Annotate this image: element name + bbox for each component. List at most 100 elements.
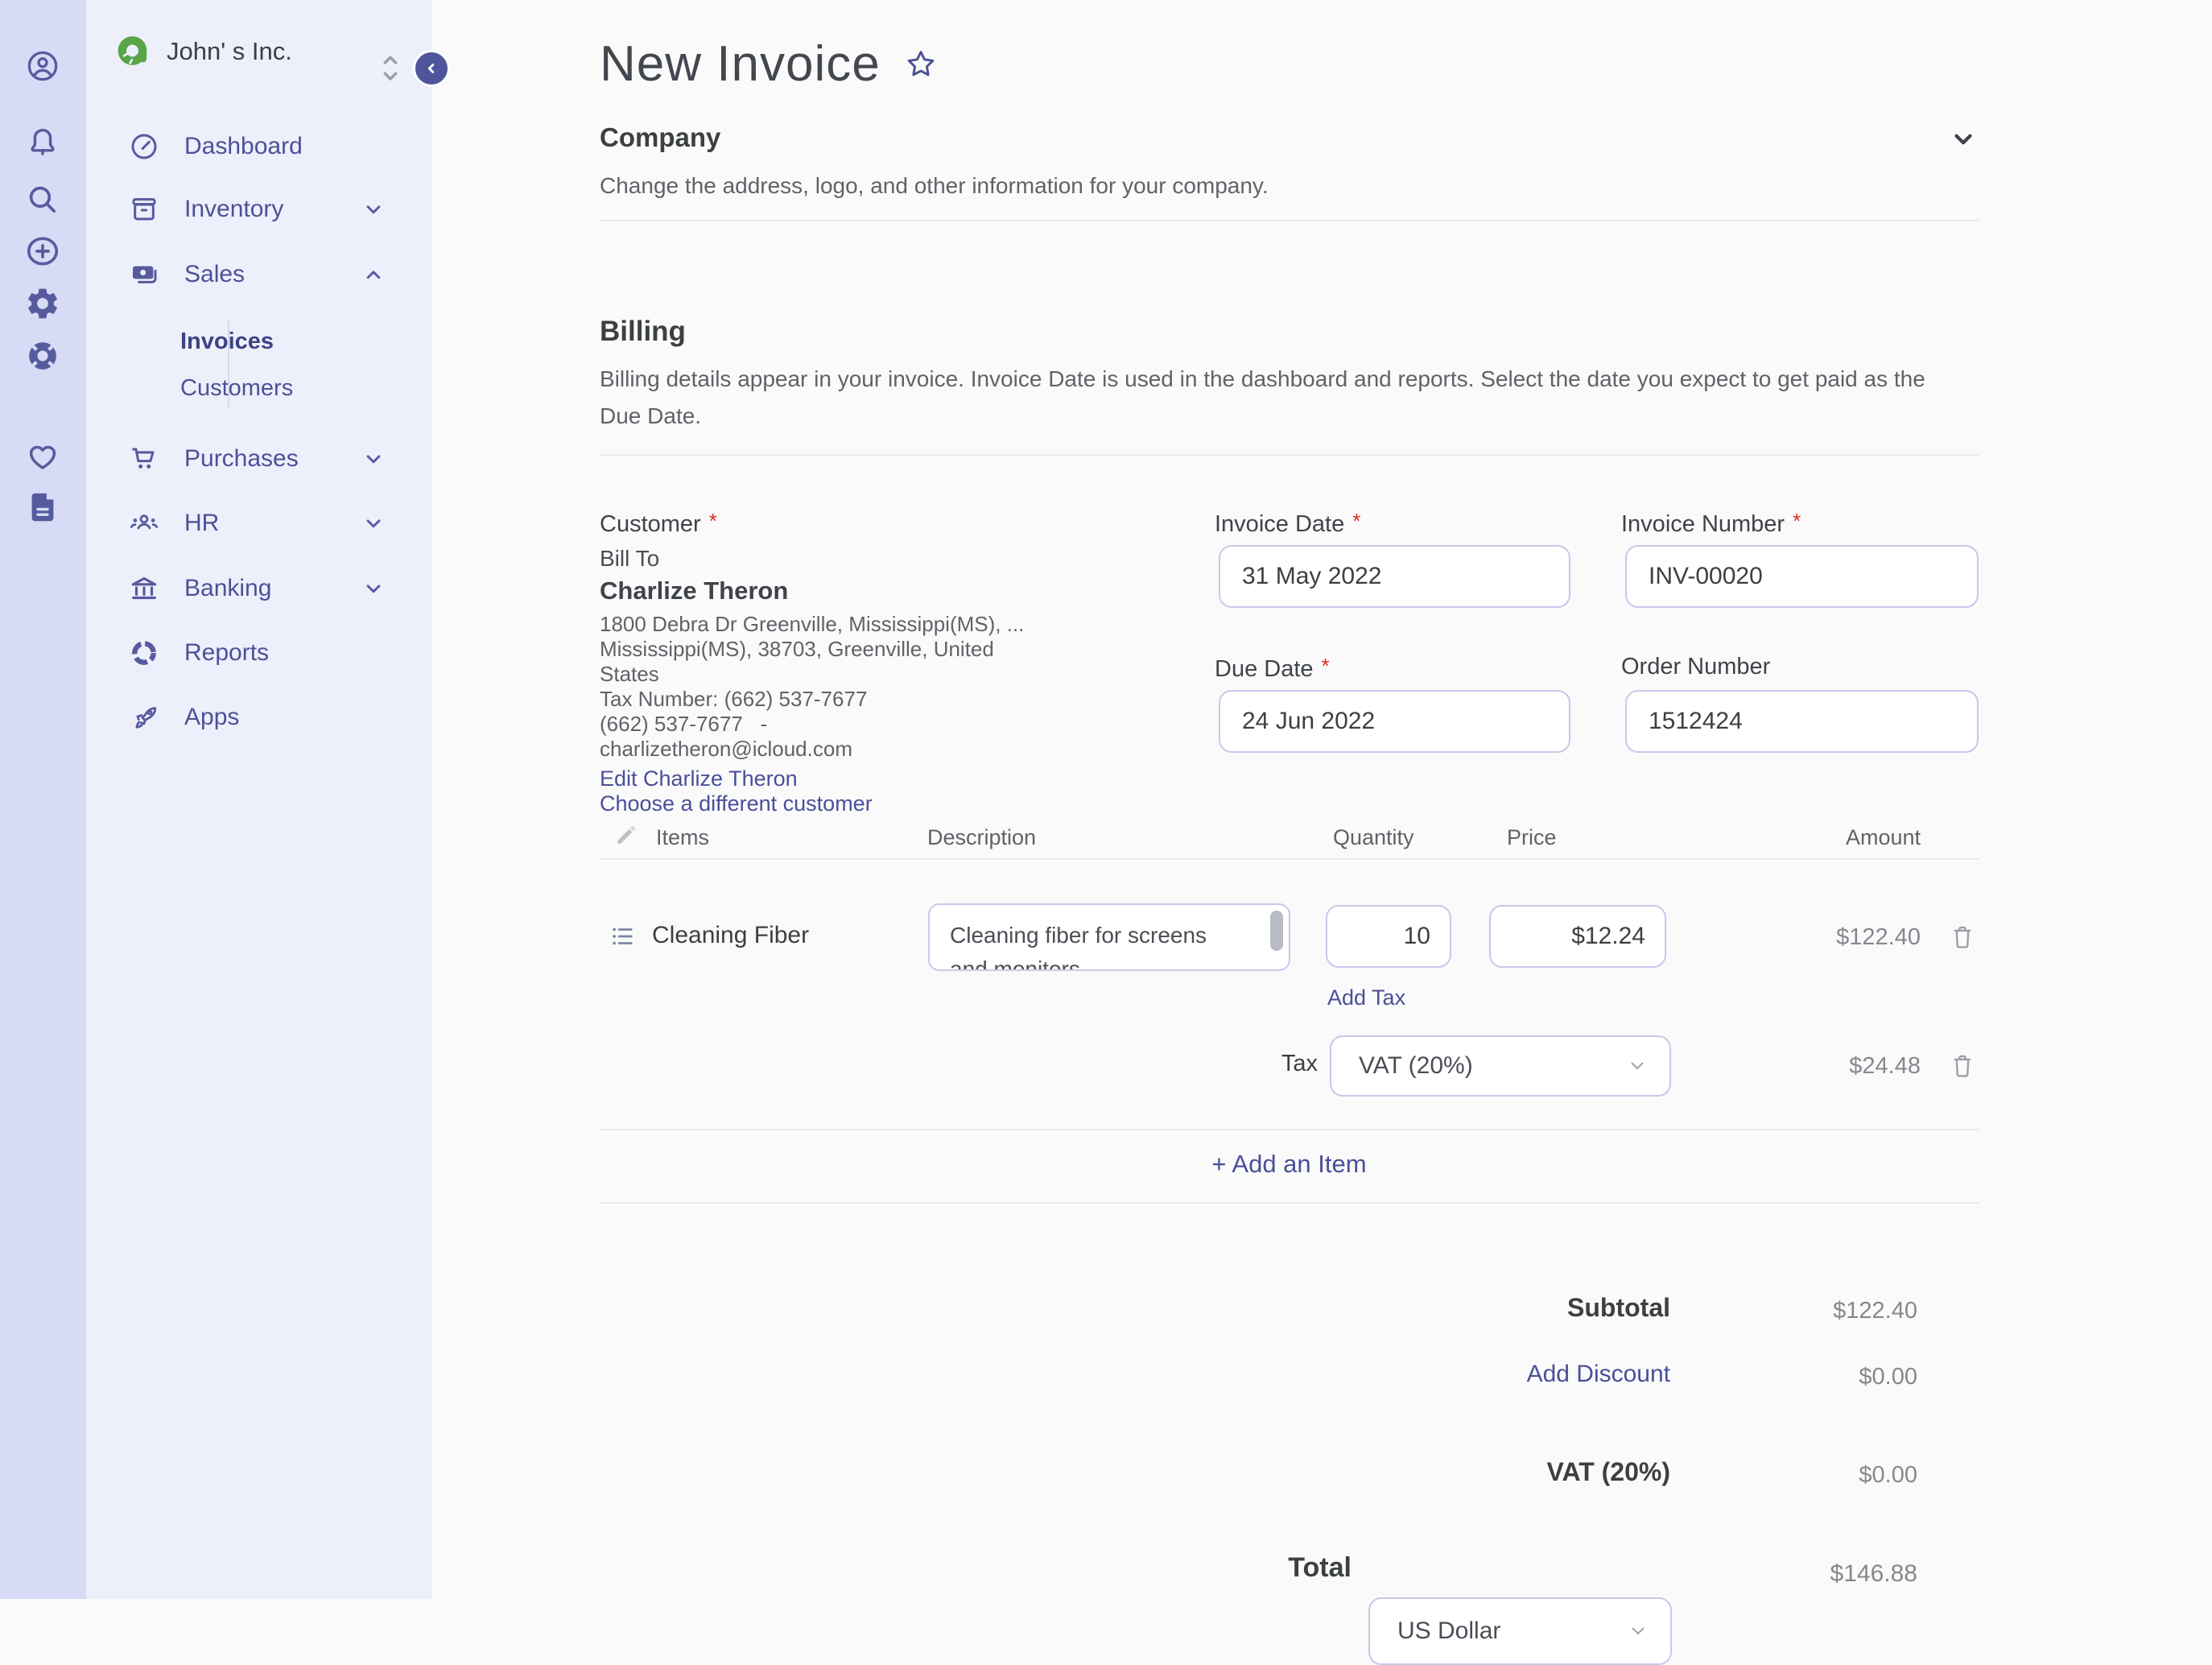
quantity-column-header: Quantity — [1333, 825, 1414, 849]
company-switch-icon[interactable] — [378, 50, 403, 85]
textarea-scrollbar[interactable] — [1270, 911, 1283, 951]
sidebar-item-label: HR — [184, 510, 220, 536]
sidebar-item-customers[interactable]: Customers — [86, 368, 432, 408]
edit-items-pencil-icon[interactable] — [614, 823, 638, 847]
divider — [600, 1202, 1979, 1204]
sidebar-item-reports[interactable]: Reports — [86, 630, 432, 676]
favorite-star-icon[interactable] — [903, 47, 939, 82]
divider — [600, 220, 1979, 221]
item-drag-list-icon[interactable] — [609, 923, 637, 950]
company-selector-label[interactable]: John' s Inc. — [167, 37, 292, 66]
people-icon — [128, 507, 160, 539]
bill-to-label: Bill To — [600, 546, 660, 571]
required-asterisk: * — [1321, 654, 1330, 678]
favorites-icon[interactable] — [24, 438, 61, 475]
chevron-down-icon — [1628, 1623, 1648, 1639]
order-number-input[interactable]: 1512424 — [1625, 690, 1979, 753]
customer-email: charlizetheron@icloud.com — [600, 737, 852, 761]
tax-select-value: VAT (20%) — [1359, 1052, 1473, 1079]
discount-value: $0.00 — [1859, 1364, 1917, 1390]
delete-item-trash-icon[interactable] — [1948, 923, 1977, 952]
divider — [600, 1129, 1979, 1130]
tax-label: Tax — [1281, 1051, 1318, 1076]
settings-icon[interactable] — [24, 285, 61, 322]
total-value: $146.88 — [1830, 1560, 1917, 1587]
customer-address-line2: Mississippi(MS), 38703, Greenville, Unit… — [600, 637, 994, 661]
billing-section-description: Billing details appear in your invoice. … — [600, 366, 1925, 428]
sidebar-item-label: Banking — [184, 575, 272, 601]
sidebar: John' s Inc. Dashboard Inventory Sales I… — [86, 0, 450, 1599]
sidebar-item-sales[interactable]: Sales — [86, 251, 432, 298]
sidebar-item-dashboard[interactable]: Dashboard — [86, 123, 432, 170]
subtotal-label: Subtotal — [1567, 1293, 1670, 1322]
tax-select[interactable]: VAT (20%) — [1330, 1035, 1671, 1097]
item-amount: $122.40 — [1836, 924, 1921, 950]
help-icon[interactable] — [24, 337, 61, 374]
company-section-chevron-icon[interactable] — [1950, 126, 1977, 153]
sidebar-item-purchases[interactable]: Purchases — [86, 436, 432, 482]
search-icon[interactable] — [24, 181, 61, 218]
chevron-up-icon — [361, 262, 386, 287]
sidebar-item-hr[interactable]: HR — [86, 500, 432, 547]
sidebar-subitem-label: Customers — [180, 374, 294, 401]
currency-select-value: US Dollar — [1397, 1617, 1501, 1644]
customer-address-line3: States — [600, 662, 659, 686]
reports-icon — [128, 637, 160, 669]
invoice-date-label: Invoice Date — [1215, 511, 1345, 537]
chevron-down-icon — [361, 576, 386, 601]
divider — [600, 858, 1979, 860]
sidebar-item-apps[interactable]: Apps — [86, 694, 432, 741]
vat-label: VAT (20%) — [1546, 1457, 1671, 1486]
sidebar-item-banking[interactable]: Banking — [86, 565, 432, 612]
item-name[interactable]: Cleaning Fiber — [652, 922, 809, 949]
due-date-input[interactable]: 24 Jun 2022 — [1219, 690, 1570, 753]
app-logo-icon — [115, 32, 152, 69]
item-description-textarea[interactable]: Cleaning fiber for screens and monitors — [928, 903, 1290, 971]
documents-icon[interactable] — [24, 489, 61, 526]
choose-customer-link[interactable]: Choose a different customer — [600, 791, 873, 816]
delete-tax-trash-icon[interactable] — [1948, 1051, 1977, 1080]
sales-icon — [128, 258, 160, 291]
total-label: Total — [1288, 1552, 1352, 1583]
invoice-date-input[interactable]: 31 May 2022 — [1219, 545, 1570, 608]
notifications-icon[interactable] — [24, 125, 61, 162]
add-discount-link[interactable]: Add Discount — [1368, 1361, 1670, 1388]
sidebar-item-label: Purchases — [184, 445, 299, 472]
invoice-number-input[interactable]: INV-00020 — [1625, 545, 1979, 608]
order-number-label: Order Number — [1621, 654, 1771, 680]
sidebar-item-label: Inventory — [184, 196, 284, 222]
required-asterisk: * — [1793, 509, 1801, 533]
chevron-down-icon — [361, 447, 386, 471]
item-quantity-input[interactable]: 10 — [1326, 905, 1451, 968]
chevron-down-icon — [1628, 1058, 1647, 1074]
vat-value: $0.00 — [1859, 1462, 1917, 1488]
due-date-label: Due Date — [1215, 656, 1314, 682]
item-description-text: Cleaning fiber for screens and monitors — [950, 923, 1207, 971]
customer-name: Charlize Theron — [600, 576, 789, 605]
sidebar-item-inventory[interactable]: Inventory — [86, 186, 432, 233]
item-price-input[interactable]: $12.24 — [1489, 905, 1666, 968]
sidebar-item-invoices[interactable]: Invoices — [86, 321, 432, 362]
customer-label: Customer — [600, 511, 701, 537]
required-asterisk: * — [708, 509, 717, 533]
divider — [600, 454, 1979, 456]
inventory-icon — [128, 193, 160, 225]
customer-phone: (662) 537-7677 - — [600, 712, 768, 736]
invoice-number-label: Invoice Number — [1621, 511, 1785, 537]
chevron-down-icon — [361, 511, 386, 535]
sidebar-subitem-label: Invoices — [180, 328, 274, 354]
company-section-description: Change the address, logo, and other info… — [600, 173, 1269, 198]
chevron-down-icon — [361, 197, 386, 221]
add-icon[interactable] — [24, 233, 61, 270]
amount-column-header: Amount — [1845, 825, 1921, 849]
sidebar-item-label: Sales — [184, 261, 246, 287]
required-asterisk: * — [1352, 509, 1361, 533]
edit-customer-link[interactable]: Edit Charlize Theron — [600, 766, 798, 791]
add-tax-link[interactable]: Add Tax — [1327, 985, 1405, 1010]
user-icon[interactable] — [24, 48, 61, 85]
add-item-button[interactable]: + Add an Item — [600, 1150, 1979, 1179]
description-column-header: Description — [927, 825, 1037, 849]
currency-select[interactable]: US Dollar — [1368, 1597, 1672, 1665]
sidebar-collapse-button[interactable] — [413, 50, 450, 87]
sidebar-item-label: Apps — [184, 704, 240, 730]
